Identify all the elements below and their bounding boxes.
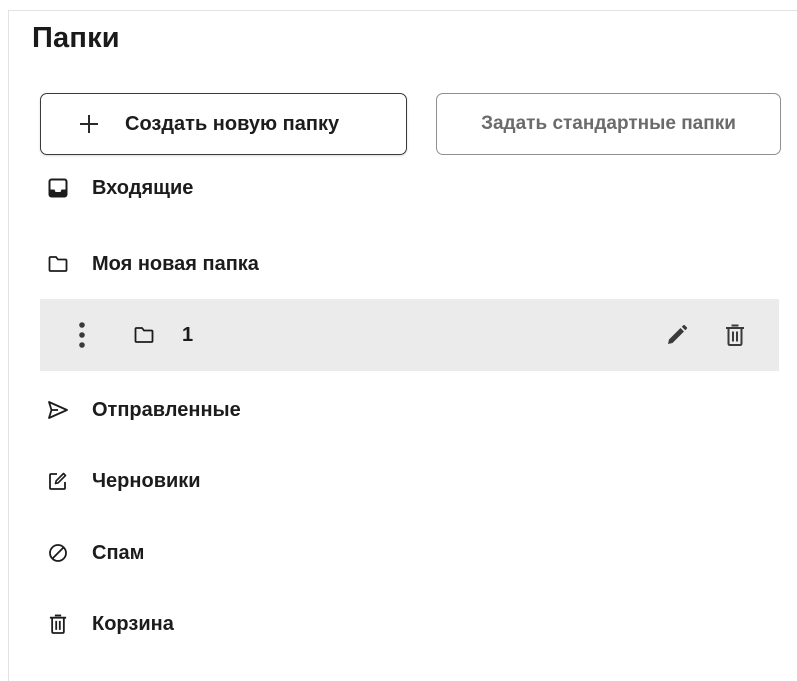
- folder-icon: [133, 324, 155, 346]
- set-default-folders-label: Задать стандартные папки: [481, 113, 736, 134]
- create-folder-button[interactable]: Создать новую папку: [40, 93, 407, 155]
- folder-item-trash[interactable]: Корзина: [40, 588, 779, 660]
- folder-item-label: 1: [182, 323, 194, 346]
- trash-icon: [47, 613, 69, 635]
- folder-item-my-new-folder[interactable]: Моя новая папка: [40, 228, 779, 300]
- draft-icon: [47, 470, 69, 492]
- edit-icon[interactable]: [663, 321, 691, 349]
- folder-item-label: Отправленные: [92, 398, 241, 421]
- folder-item-label: Спам: [92, 541, 145, 564]
- inbox-icon: [47, 177, 69, 199]
- create-folder-label: Создать новую папку: [125, 112, 340, 135]
- folder-item-label: Входящие: [92, 176, 194, 199]
- folder-actions: [663, 299, 749, 371]
- spam-icon: [47, 542, 69, 564]
- folder-item-spam[interactable]: Спам: [40, 517, 779, 589]
- folder-item-label: Моя новая папка: [92, 252, 259, 275]
- plus-icon: [79, 114, 99, 134]
- drag-handle-icon[interactable]: [77, 320, 87, 350]
- send-icon: [47, 399, 69, 421]
- set-default-folders-button[interactable]: Задать стандартные папки: [436, 93, 781, 155]
- page-title: Папки: [32, 22, 120, 54]
- folder-item-drafts[interactable]: Черновики: [40, 445, 779, 517]
- folder-item-label: Черновики: [92, 469, 201, 492]
- folder-icon: [47, 253, 69, 275]
- folder-item-sent[interactable]: Отправленные: [40, 374, 779, 446]
- folder-item-inbox[interactable]: Входящие: [40, 152, 779, 224]
- folder-item-label: Корзина: [92, 612, 174, 635]
- trash-icon[interactable]: [721, 321, 749, 349]
- folder-item-1[interactable]: 1: [40, 299, 779, 371]
